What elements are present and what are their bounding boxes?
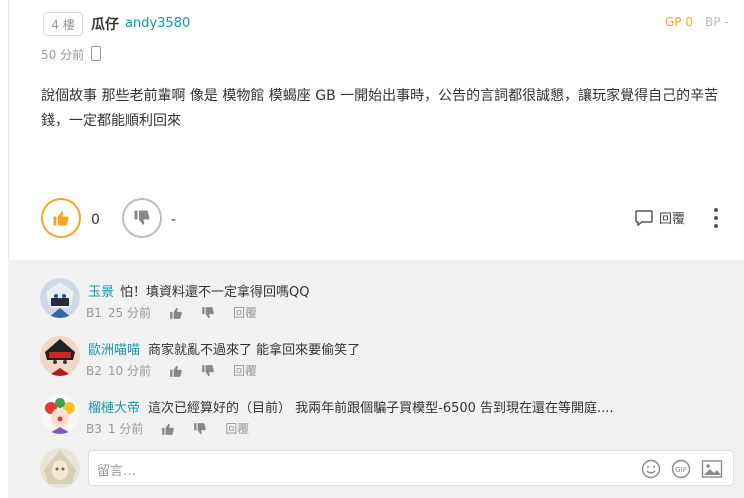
comment-meta: B3 1 分前 回覆 [86, 420, 249, 437]
comment-floor: B3 [86, 421, 102, 436]
reply-bar: 留言… GIF [40, 448, 744, 492]
comment-time: 1 分前 [107, 422, 144, 436]
thumbs-up-icon[interactable] [161, 422, 175, 436]
thumbs-up-icon [53, 211, 69, 226]
comment-time: 25 分前 [107, 306, 151, 320]
comment-reply-link[interactable]: 回覆 [233, 304, 257, 321]
post-card: 4 樓 瓜仔 andy3580 GP 0 BP - 50 分前 說個故事 那些老… [8, 0, 744, 260]
author-id-link[interactable]: andy3580 [125, 16, 190, 31]
reply-button[interactable]: 回覆 [635, 208, 685, 227]
comment-item: 玉景 怕！填資料還不一定拿得回嗎QQ B1 25 分前 回覆 [8, 278, 744, 338]
current-user-avatar[interactable] [40, 448, 80, 488]
svg-text:GIF: GIF [675, 466, 687, 474]
post-content: 說個故事 那些老前輩啊 像是 模物館 模蝎座 GB 一開始出事時，公告的言詞都很… [41, 88, 719, 129]
comment-input[interactable]: 留言… GIF [88, 450, 734, 486]
comment-floor: B1 [86, 305, 102, 320]
gp-count[interactable]: GP 0 [665, 15, 693, 29]
dislike-button[interactable] [122, 198, 162, 238]
input-toolbar: GIF [641, 459, 723, 479]
comment-item: 榴槤大帝 這次已經算好的（目前） 我兩年前跟個騙子買模型-6500 告到現在還在… [8, 394, 744, 454]
author-name[interactable]: 瓜仔 [91, 14, 119, 34]
image-icon[interactable] [701, 459, 723, 479]
floor-badge[interactable]: 4 樓 [43, 12, 83, 36]
post-time: 50 分前 [41, 48, 85, 62]
like-count: 0 [91, 212, 100, 228]
avatar[interactable] [40, 278, 80, 318]
comment-author[interactable]: 榴槤大帝 [88, 397, 140, 416]
comment-text: 商家就亂不過來了 能拿回來要偷笑了 [148, 343, 361, 358]
thumbs-down-icon [134, 210, 150, 225]
thumbs-down-icon[interactable] [193, 422, 207, 436]
comment-reply-link[interactable]: 回覆 [225, 420, 249, 437]
comment-meta: B2 10 分前 回覆 [86, 362, 257, 379]
comment-input-placeholder: 留言… [97, 464, 137, 479]
avatar[interactable] [40, 336, 80, 376]
thumbs-up-icon[interactable] [169, 364, 183, 378]
comment-item: 歐洲喵喵 商家就亂不過來了 能拿回來要偷笑了 B2 10 分前 回覆 [8, 336, 744, 396]
gif-icon[interactable]: GIF [671, 459, 691, 479]
dislike-count: - [171, 212, 177, 228]
bp-count[interactable]: BP - [705, 15, 729, 29]
comment-icon [635, 209, 653, 226]
comment-author[interactable]: 歐洲喵喵 [88, 339, 140, 358]
more-options-icon[interactable] [711, 208, 721, 228]
thumbs-up-icon[interactable] [169, 306, 183, 320]
comment-floor: B2 [86, 363, 102, 378]
comments-section: 玉景 怕！填資料還不一定拿得回嗎QQ B1 25 分前 回覆 歐洲喵喵 商家就亂… [8, 260, 744, 498]
thumbs-down-icon[interactable] [201, 306, 215, 320]
comment-text: 這次已經算好的（目前） 我兩年前跟個騙子買模型-6500 告到現在還在等開庭..… [148, 401, 614, 416]
comment-meta: B1 25 分前 回覆 [86, 304, 257, 321]
mobile-device-icon [91, 46, 101, 61]
comment-author[interactable]: 玉景 [88, 281, 114, 300]
emoji-icon[interactable] [641, 459, 661, 479]
comment-text: 怕！填資料還不一定拿得回嗎QQ [120, 285, 310, 300]
comment-reply-link[interactable]: 回覆 [233, 362, 257, 379]
avatar[interactable] [40, 394, 80, 434]
reply-label: 回覆 [659, 212, 686, 227]
thumbs-down-icon[interactable] [201, 364, 215, 378]
comment-time: 10 分前 [107, 364, 151, 378]
like-button[interactable] [41, 198, 81, 238]
